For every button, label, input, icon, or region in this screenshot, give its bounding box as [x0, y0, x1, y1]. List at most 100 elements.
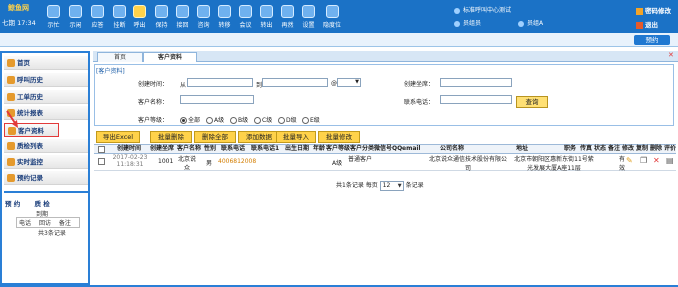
hold-button[interactable]: 保持: [152, 5, 171, 29]
start-date-input[interactable]: [187, 78, 253, 87]
cell-address: 北京市朝阳区惠新东街11号紫光发展大厦A座11层: [514, 156, 594, 172]
query-button[interactable]: 查询: [516, 96, 548, 108]
customer-name-input[interactable]: [180, 95, 254, 104]
col-address: 地址: [516, 145, 529, 152]
dial-button[interactable]: 呼出: [130, 5, 149, 29]
hangup-button[interactable]: 挂断: [110, 5, 129, 29]
monitor-icon: [7, 158, 15, 166]
answer-button[interactable]: 应答: [88, 5, 107, 29]
close-icon[interactable]: ✕: [668, 51, 676, 59]
sidebar-item-quality[interactable]: 质检列表: [4, 139, 88, 153]
edit-icon[interactable]: ✎: [626, 156, 633, 165]
level-radio-b[interactable]: B级: [230, 115, 248, 124]
pager: 共1条记录 每页 12 条记录: [336, 180, 424, 191]
col-status: 状态: [594, 145, 607, 152]
col-rating: 评价: [664, 145, 677, 152]
settings-button[interactable]: 设置: [299, 5, 318, 29]
user-group: 员组A: [518, 18, 543, 27]
transfer-out-icon: [260, 5, 273, 18]
end-date-input[interactable]: [262, 78, 328, 87]
phone-icon: [7, 76, 15, 84]
sidebar-item-appointments[interactable]: 预约记录: [4, 171, 88, 185]
radio-icon: [230, 117, 237, 124]
cell-category: 普通客户: [348, 156, 373, 163]
dial-icon: [133, 5, 146, 18]
batch-delete-button[interactable]: 批量删除: [150, 131, 192, 143]
top-toolbar: 鲸鱼网 七期 17:34 示忙 示闲 应答 挂断 呼出 保持 接回 咨询 转移 …: [0, 0, 678, 33]
sidebar: 首页 呼叫历史 工单历史 统计报表 客户资料 质检列表 实时监控 预约记录 预 …: [0, 51, 90, 285]
transfer-button[interactable]: 转移: [215, 5, 234, 29]
tab-quality[interactable]: 质 检: [35, 200, 50, 208]
hidden-status-button[interactable]: 隐度位: [320, 5, 344, 29]
cell-company: 北京说众通信技术股份有限公司: [428, 156, 507, 172]
arrow-icon: [6, 110, 18, 128]
copy-icon[interactable]: ❐: [640, 156, 647, 165]
calendar-icon: [7, 174, 15, 182]
tab-customer[interactable]: 客户资料: [143, 52, 197, 62]
key-icon: [636, 7, 643, 15]
from-label: 从: [180, 82, 187, 89]
table-row[interactable]: 2017-02-23 11:18:31 1001 北京说众 男 40068120…: [94, 153, 676, 172]
page-size-select[interactable]: 12: [379, 180, 404, 191]
level-radio-all[interactable]: 全部: [180, 115, 200, 124]
col-company: 公司名称: [440, 145, 465, 152]
level-radio-a[interactable]: A级: [206, 115, 224, 124]
tab-home[interactable]: 首页: [97, 52, 143, 62]
idle-icon: [69, 5, 82, 18]
appointment-tabs: 预 约 质 检: [5, 198, 62, 208]
row-checkbox[interactable]: [98, 158, 105, 165]
resume-icon: [176, 5, 189, 18]
creator-input[interactable]: [440, 78, 512, 87]
system-title: 标准呼叫中心测试: [454, 5, 511, 14]
busy-button[interactable]: 示忙: [44, 5, 63, 29]
panel-legend: [客户资料]: [96, 68, 125, 75]
cell-creator: 1001: [158, 158, 174, 165]
sidebar-divider: [4, 191, 88, 193]
hidden-status-icon: [325, 5, 339, 18]
redial-button[interactable]: 再然: [278, 5, 297, 29]
consult-button[interactable]: 咨询: [194, 5, 213, 29]
consult-icon: [197, 5, 210, 18]
resume-button[interactable]: 接回: [173, 5, 192, 29]
sidebar-item-ticket-history[interactable]: 工单历史: [4, 90, 88, 104]
cell-name: 北京说众: [177, 156, 196, 172]
transfer-out-button[interactable]: 转出: [257, 5, 276, 29]
redial-icon: [281, 5, 294, 18]
user-icon: [454, 20, 460, 27]
col-edit: 修改: [622, 145, 635, 152]
sidebar-item-home[interactable]: 首页: [4, 56, 88, 70]
sidebar-item-monitor[interactable]: 实时监控: [4, 155, 88, 169]
appointment-columns: 电话 回访 备注: [16, 217, 80, 228]
rating-icon[interactable]: ▤: [666, 156, 674, 165]
logout-link[interactable]: 退出: [636, 19, 658, 29]
level-radio-e[interactable]: E级: [302, 115, 320, 124]
logo: 鲸鱼网: [8, 4, 29, 12]
subheader-bar: [0, 33, 678, 47]
idle-button[interactable]: 示闲: [66, 5, 85, 29]
col-copy: 复制: [636, 145, 649, 152]
add-data-button[interactable]: 添加数据: [238, 131, 280, 143]
info-icon: [454, 7, 460, 14]
user-role: 员组员: [454, 18, 481, 27]
meeting-button[interactable]: 会议: [236, 5, 255, 29]
tab-appointments[interactable]: 预 约: [5, 200, 20, 208]
meeting-icon: [239, 5, 252, 18]
cell-level: A级: [332, 160, 343, 167]
delete-all-button[interactable]: 删除全部: [194, 131, 236, 143]
batch-import-button[interactable]: 批量导入: [276, 131, 316, 143]
chevron-down-icon: ▼: [355, 79, 359, 85]
export-excel-button[interactable]: 导出Excel: [96, 131, 140, 143]
phone-input[interactable]: [440, 95, 512, 104]
sidebar-item-call-history[interactable]: 呼叫历史: [4, 73, 88, 87]
batch-modify-button[interactable]: 批量修改: [318, 131, 360, 143]
reserve-button[interactable]: 预约: [634, 35, 670, 45]
hold-icon: [155, 5, 168, 18]
col-phone: 联系电话: [221, 145, 246, 152]
change-password-link[interactable]: 密码修改: [636, 5, 671, 15]
level-radio-c[interactable]: C级: [254, 115, 272, 124]
level-radio-d[interactable]: D级: [278, 115, 297, 124]
col-phone1: 联系电话1: [251, 145, 280, 152]
creator-select[interactable]: ▼: [337, 78, 361, 87]
delete-icon[interactable]: ✕: [653, 156, 660, 165]
select-all-checkbox[interactable]: [98, 146, 105, 153]
